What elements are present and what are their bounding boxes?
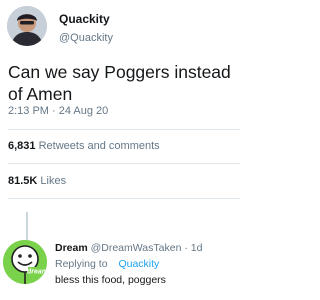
avatar-image <box>7 6 47 46</box>
replying-to-mention[interactable]: Quackity <box>118 258 159 270</box>
reply-age: · 1d <box>184 242 203 254</box>
retweets-stat[interactable]: 6,831 Retweets and comments <box>8 140 160 152</box>
replying-to: Replying to Quackity <box>55 258 159 270</box>
dream-avatar[interactable]: dream <box>3 240 47 284</box>
likes-count: 81.5K <box>8 175 38 187</box>
author-handle[interactable]: @Quackity <box>59 32 113 44</box>
quackity-avatar[interactable] <box>7 6 47 46</box>
retweets-count: 6,831 <box>8 140 36 152</box>
divider <box>8 129 240 130</box>
replying-to-label: Replying to <box>55 258 108 270</box>
reply-author-handle[interactable]: @DreamWasTaken <box>91 242 182 254</box>
reply-header: Dream @DreamWasTaken · 1d <box>55 242 202 254</box>
author-name[interactable]: Quackity <box>59 12 110 26</box>
reply-author-name[interactable]: Dream <box>55 242 88 254</box>
retweets-label: Retweets and comments <box>38 140 160 152</box>
tweet-timestamp[interactable]: 2:13 PM · 24 Aug 20 <box>8 105 108 117</box>
reply-thread-line <box>26 212 28 240</box>
reply-text: bless this food, poggers <box>55 274 166 286</box>
dream-logo-text: dream <box>27 269 47 276</box>
tweet-text: Can we say Poggers instead of Amen <box>8 62 231 104</box>
likes-stat[interactable]: 81.5K Likes <box>8 175 66 187</box>
dream-logo-icon: dream <box>3 240 47 284</box>
likes-label: Likes <box>40 175 67 187</box>
divider <box>8 198 240 199</box>
divider <box>8 163 240 164</box>
